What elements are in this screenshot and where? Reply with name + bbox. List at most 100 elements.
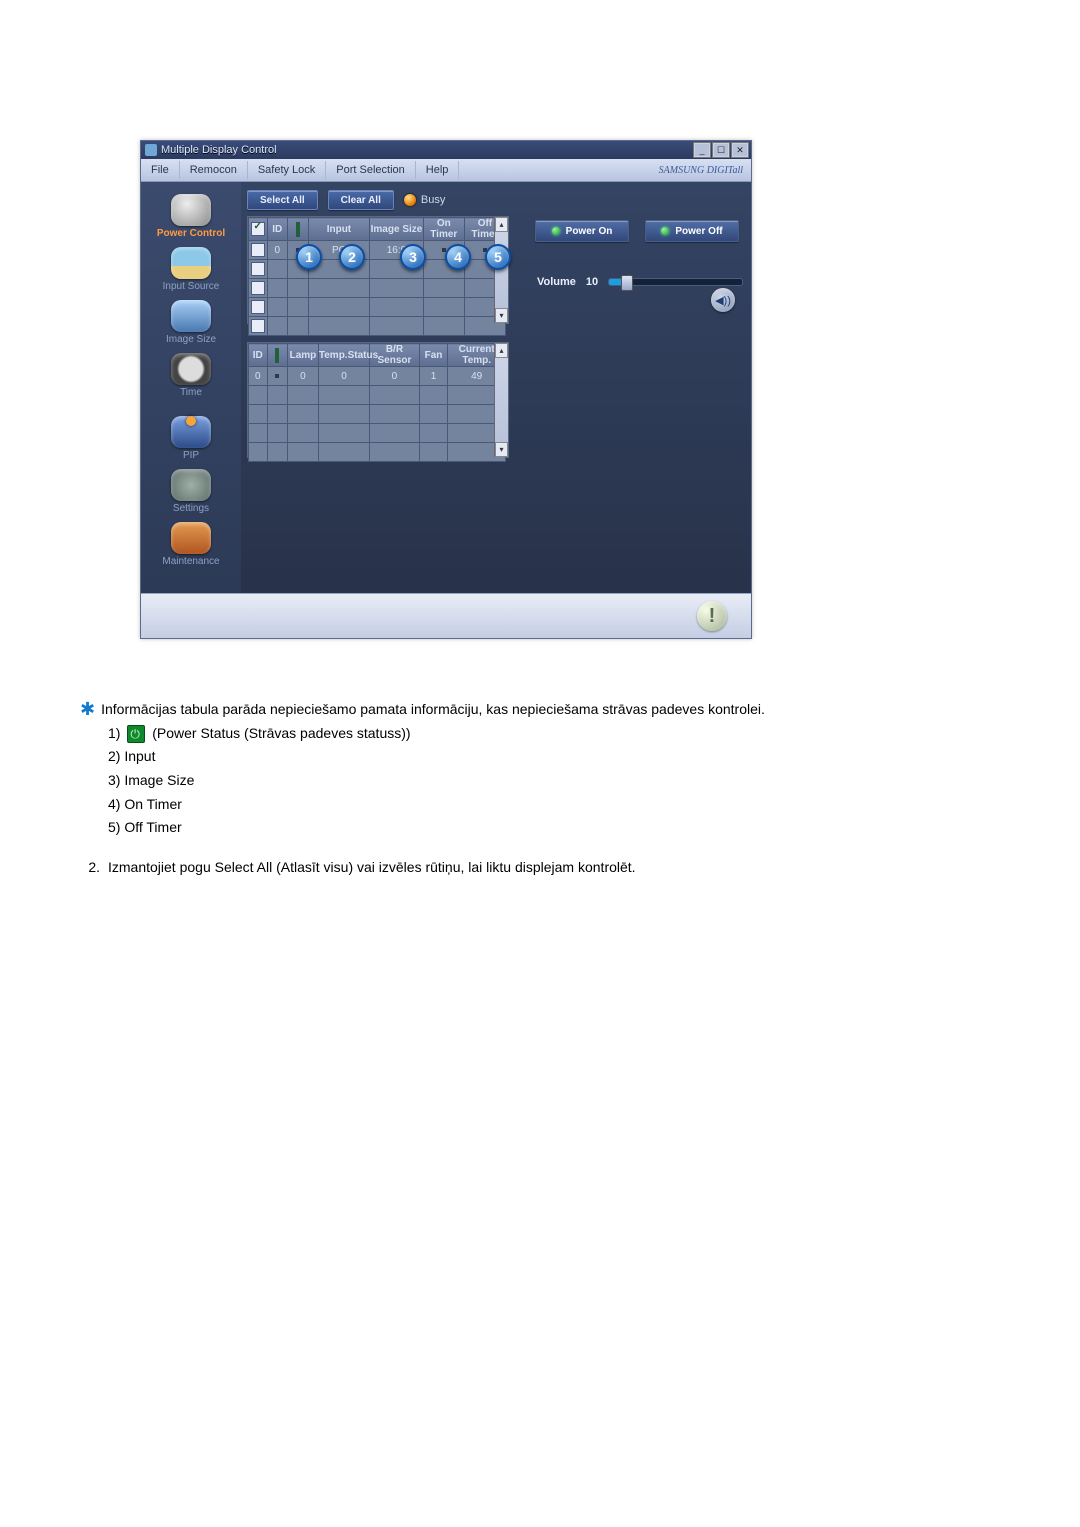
maximize-button[interactable]: ☐ (712, 142, 730, 158)
col-input: Input (308, 218, 370, 241)
clear-all-button[interactable]: Clear All (328, 190, 394, 210)
alert-icon: ! (697, 601, 727, 631)
power-icon (275, 348, 279, 363)
table-row[interactable] (249, 279, 506, 298)
select-all-button[interactable]: Select All (247, 190, 318, 210)
close-button[interactable]: ✕ (731, 142, 749, 158)
list-item: 4) On Timer (108, 794, 1000, 816)
volume-row: Volume 10 (537, 276, 743, 288)
sidebar-item-label: Input Source (146, 281, 236, 292)
menu-safety[interactable]: Safety Lock (248, 161, 326, 179)
speaker-icon[interactable]: ◀)) (711, 288, 735, 312)
cell-id: 0 (249, 367, 268, 386)
callout-1: 1 (296, 244, 322, 270)
step-number: 2. (80, 857, 100, 879)
lead-text: Informācijas tabula parāda nepieciešamo … (101, 699, 765, 721)
col-fan: Fan (419, 344, 448, 367)
cell-id: 0 (267, 241, 288, 260)
sidebar-item-label: Maintenance (146, 556, 236, 567)
sidebar-item-power-control[interactable]: Power Control (146, 194, 236, 239)
scroll-down-icon[interactable]: ▾ (495, 308, 508, 323)
star-icon: ✱ (80, 702, 95, 716)
sidebar-item-label: PIP (146, 450, 236, 461)
app-window: Multiple Display Control _ ☐ ✕ File Remo… (140, 140, 752, 639)
image-size-icon (171, 300, 211, 332)
scroll-up-icon[interactable]: ▴ (495, 343, 508, 358)
volume-label: Volume (537, 276, 576, 288)
col-lamp: Lamp (288, 344, 319, 367)
menu-file[interactable]: File (141, 161, 180, 179)
col-power (288, 218, 309, 241)
col-id: ID (249, 344, 268, 367)
table-header: ID Input Image Size On Timer Off Timer (249, 218, 506, 241)
row-checkbox[interactable] (251, 243, 265, 257)
row-checkbox[interactable] (251, 319, 265, 333)
sidebar: Power Control Input Source Image Size Ti… (141, 182, 241, 593)
sidebar-item-image-size[interactable]: Image Size (146, 300, 236, 345)
sidebar-item-time[interactable]: Time (146, 353, 236, 398)
col-brsensor: B/R Sensor (370, 344, 419, 367)
power-on-button[interactable]: Power On (535, 220, 629, 242)
brand-text: SAMSUNG DIGITall (659, 165, 751, 176)
toolbar: Select All Clear All Busy (247, 190, 745, 210)
callout-3: 3 (400, 244, 426, 270)
sidebar-item-label: Time (146, 387, 236, 398)
row-checkbox[interactable] (251, 281, 265, 295)
cell-brsensor: 0 (370, 367, 419, 386)
col-power (267, 344, 288, 367)
table-row[interactable] (249, 298, 506, 317)
power-on-label: Power On (566, 226, 613, 237)
scroll-up-icon[interactable]: ▴ (495, 217, 508, 232)
pip-icon (171, 416, 211, 448)
item-num: 1) (108, 725, 120, 741)
scrollbar[interactable]: ▴▾ (494, 217, 508, 323)
sidebar-item-label: Power Control (146, 228, 236, 239)
volume-slider[interactable] (608, 278, 743, 286)
cell-lamp: 0 (288, 367, 319, 386)
scroll-down-icon[interactable]: ▾ (495, 442, 508, 457)
power-status-icon (127, 725, 145, 743)
power-control-icon (171, 194, 211, 226)
list-item: 2) Input (108, 746, 1000, 768)
table-row[interactable] (249, 424, 506, 443)
table-row[interactable] (249, 386, 506, 405)
list-item: 3) Image Size (108, 770, 1000, 792)
slider-knob[interactable] (621, 275, 633, 291)
table-header: ID Lamp Temp.Status B/R Sensor Fan Curre… (249, 344, 506, 367)
sidebar-item-input-source[interactable]: Input Source (146, 247, 236, 292)
window-title: Multiple Display Control (161, 141, 277, 159)
callout-4: 4 (445, 244, 471, 270)
maintenance-icon (171, 522, 211, 554)
table-row[interactable] (249, 443, 506, 462)
menu-help[interactable]: Help (416, 161, 460, 179)
power-off-button[interactable]: Power Off (645, 220, 739, 242)
menu-bar: File Remocon Safety Lock Port Selection … (141, 159, 751, 182)
table-row[interactable] (249, 405, 506, 424)
status-bar: ! (141, 593, 751, 638)
col-id: ID (267, 218, 288, 241)
sidebar-item-label: Settings (146, 503, 236, 514)
item-text: (Power Status (Strāvas padeves statuss)) (152, 725, 410, 741)
menu-remocon[interactable]: Remocon (180, 161, 248, 179)
time-icon (171, 353, 211, 385)
sidebar-item-settings[interactable]: Settings (146, 469, 236, 514)
table-row[interactable] (249, 317, 506, 336)
main-pane: Select All Clear All Busy (241, 182, 751, 593)
menu-port[interactable]: Port Selection (326, 161, 415, 179)
col-ontimer: On Timer (423, 218, 464, 241)
app-icon (145, 144, 157, 156)
busy-indicator: Busy (404, 194, 445, 206)
minimize-button[interactable]: _ (693, 142, 711, 158)
maintenance-table: ID Lamp Temp.Status B/R Sensor Fan Curre… (247, 342, 509, 458)
documentation: ✱ Informācijas tabula parāda nepieciešam… (80, 699, 1000, 879)
row-checkbox[interactable] (251, 300, 265, 314)
sidebar-item-pip[interactable]: PIP (146, 406, 236, 461)
sidebar-item-maintenance[interactable]: Maintenance (146, 522, 236, 567)
table-row[interactable]: 0 0 0 0 1 49 (249, 367, 506, 386)
header-checkbox[interactable] (251, 222, 265, 236)
power-icon (296, 222, 300, 237)
list-item: 5) Off Timer (108, 817, 1000, 839)
scrollbar[interactable]: ▴▾ (494, 343, 508, 457)
list-item: 1) (Power Status (Strāvas padeves status… (108, 723, 1000, 745)
row-checkbox[interactable] (251, 262, 265, 276)
